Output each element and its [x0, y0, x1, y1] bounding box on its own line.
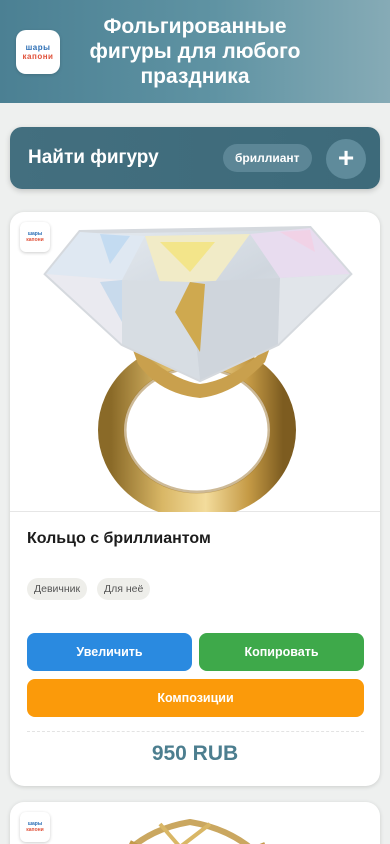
search-bar[interactable]: Найти фигуру бриллиант +: [10, 127, 380, 189]
next-product-brand-logo: шары капони: [20, 812, 50, 842]
brand-logo[interactable]: шары капони: [16, 30, 60, 74]
zoom-button[interactable]: Увеличить: [27, 633, 192, 671]
logo-text-line2: капони: [22, 52, 54, 61]
product-price: 950 RUB: [151, 742, 239, 765]
next-product-card[interactable]: шары капони: [10, 802, 380, 844]
product-card: шары капони Кольцо с бриллиантом Девични…: [10, 212, 380, 786]
logo-text-line1: шары: [25, 43, 51, 52]
diamond-ring-balloon-image: [43, 225, 353, 519]
tag-for-her[interactable]: Для неё: [97, 578, 151, 600]
product-image[interactable]: [10, 212, 380, 519]
product-brand-logo: шары капони: [20, 222, 50, 252]
price-divider: [27, 731, 364, 732]
mini-logo-text-line2: капони: [26, 237, 44, 243]
next-logo-text-line2: капони: [26, 827, 44, 833]
tag-bachelorette[interactable]: Девичник: [27, 578, 88, 600]
add-filter-button[interactable]: +: [326, 139, 366, 179]
product-name: Кольцо с бриллиантом: [27, 530, 211, 547]
search-label[interactable]: Найти фигуру: [28, 146, 159, 170]
compositions-button[interactable]: Композиции: [27, 679, 364, 717]
active-filter-chip[interactable]: бриллиант: [223, 144, 312, 172]
page-title: Фольгированные фигуры для любого праздни…: [89, 15, 301, 88]
copy-button[interactable]: Копировать: [199, 633, 364, 671]
next-product-image: [129, 818, 265, 844]
app-header: шары капони Фольгированные фигуры для лю…: [0, 0, 390, 103]
